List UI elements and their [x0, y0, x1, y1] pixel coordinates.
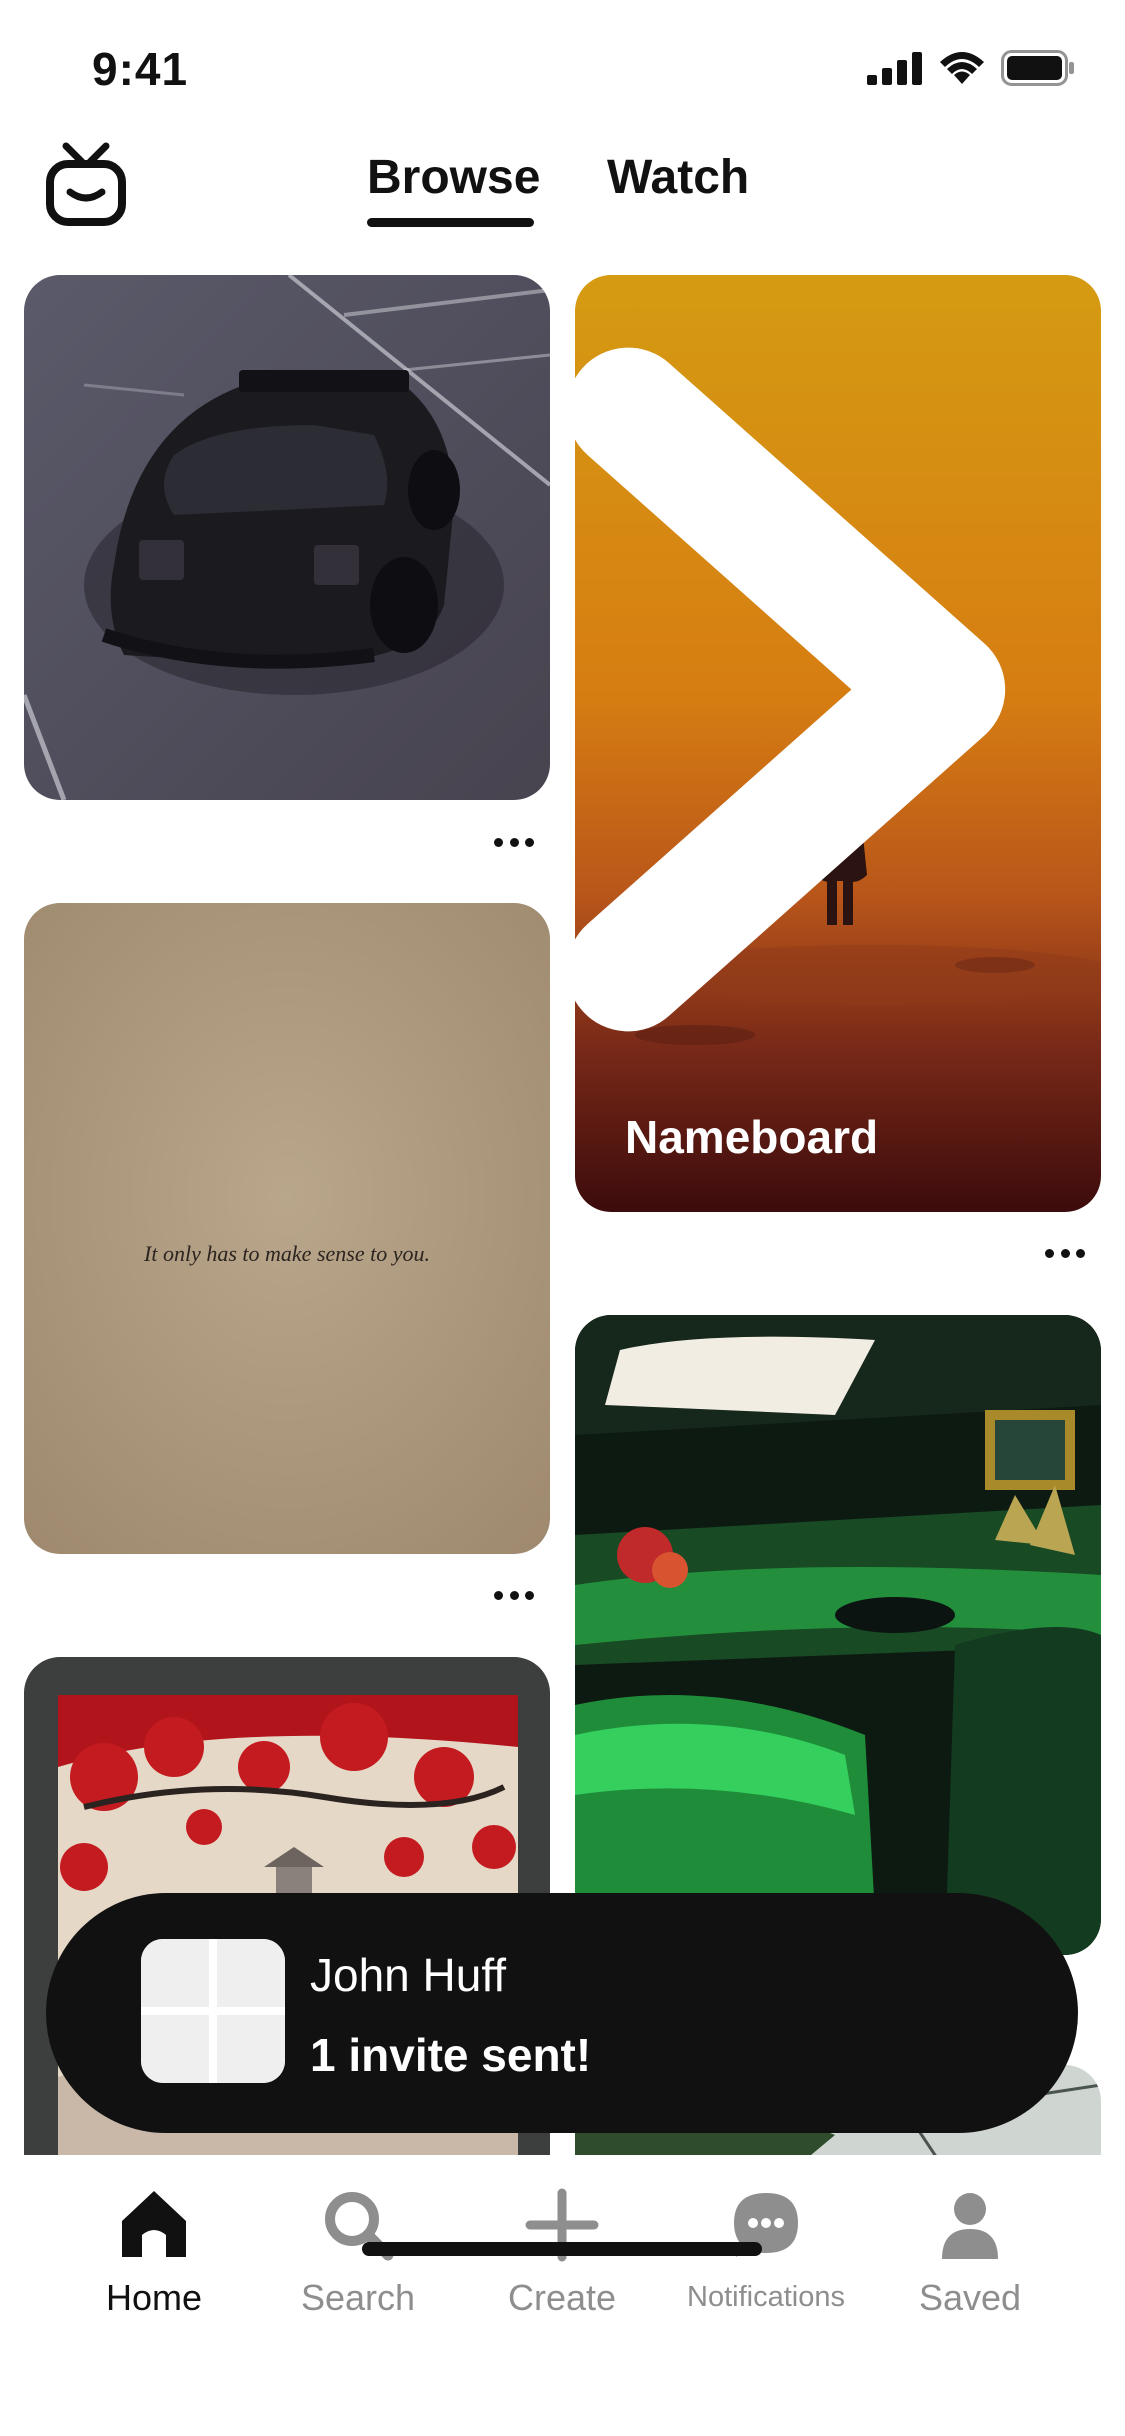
pin-feed: It only has to make sense to you. Namebo…: [0, 275, 1125, 2155]
board-thumbnail: [141, 1939, 285, 2083]
tab-browse[interactable]: Browse: [367, 150, 540, 205]
tv-logo-icon[interactable]: [46, 140, 126, 226]
status-bar: 9:41: [0, 0, 1125, 140]
toast-name: John Huff: [310, 1949, 507, 2001]
nav-create-label: Create: [507, 2277, 617, 2318]
signal-icon: [867, 52, 922, 85]
pin-more-button[interactable]: [494, 834, 534, 850]
nav-home[interactable]: Home: [54, 2185, 254, 2325]
active-tab-indicator: [367, 218, 534, 227]
pin-car[interactable]: [24, 275, 550, 800]
lounge-image: [575, 1315, 1101, 1955]
bottom-nav: Home Search Create Notifications Saved: [0, 2155, 1125, 2436]
home-indicator: [362, 2242, 762, 2256]
nav-saved-label: Saved: [918, 2277, 1022, 2318]
header: Browse Watch: [0, 130, 1125, 240]
person-icon: [942, 2193, 998, 2259]
tab-watch[interactable]: Watch: [607, 150, 749, 205]
pin-quote[interactable]: It only has to make sense to you.: [24, 903, 550, 1554]
nav-home-label: Home: [105, 2277, 203, 2318]
invite-toast[interactable]: John Huff 1 invite sent!: [46, 1893, 1078, 2133]
pin-more-button[interactable]: [1045, 1245, 1085, 1261]
toast-message: 1 invite sent!: [310, 2029, 592, 2081]
status-icons: [867, 50, 1075, 86]
car-image: [24, 275, 550, 800]
nav-search-label: Search: [300, 2277, 416, 2318]
pin-lounge[interactable]: [575, 1315, 1101, 1955]
nav-saved[interactable]: Saved: [870, 2185, 1070, 2325]
pin-more-button[interactable]: [494, 1587, 534, 1603]
status-time: 9:41: [92, 43, 189, 95]
battery-icon: [1001, 50, 1074, 86]
quote-text: It only has to make sense to you.: [144, 1240, 430, 1266]
home-icon: [122, 2191, 186, 2257]
wifi-icon: [940, 52, 984, 84]
nav-notifications-label: Notifications: [687, 2281, 845, 2313]
board-nameboard[interactable]: Nameboard: [575, 275, 1101, 1212]
chevron-right-icon: [575, 347, 1006, 1032]
